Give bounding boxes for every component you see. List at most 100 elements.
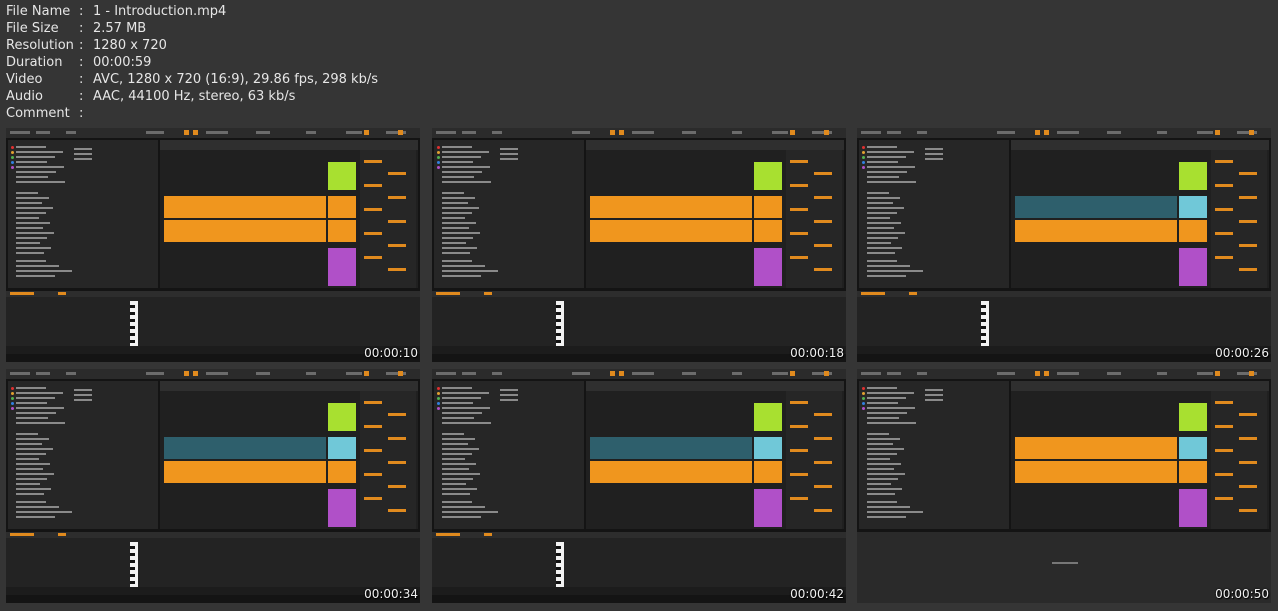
mixer-control	[364, 473, 382, 476]
mixer-control	[1215, 208, 1233, 211]
toolbar-glyph	[36, 372, 50, 375]
toolbar-glyph	[256, 131, 270, 134]
thumbnail-timestamp: 00:00:34	[364, 587, 418, 601]
thumbnail[interactable]: 00:00:10	[6, 128, 420, 362]
toolbar-glyph	[887, 372, 901, 375]
thumbnail[interactable]: 00:00:34	[6, 369, 420, 603]
browser-line	[867, 171, 907, 173]
browser-line	[867, 156, 906, 158]
thumbnail[interactable]: 00:00:18	[432, 128, 846, 362]
piano-black-key	[556, 546, 561, 549]
browser-line	[16, 146, 46, 148]
toolbar-glyph	[146, 372, 164, 375]
toolbar-glyph	[206, 131, 228, 134]
toolbar-glyph	[36, 131, 50, 134]
thumbnail[interactable]: 00:00:50	[857, 369, 1271, 603]
piano-black-key	[130, 319, 135, 322]
browser-line	[867, 212, 897, 214]
toolbar-glyph	[917, 131, 927, 134]
mixer-control	[814, 172, 832, 175]
browser-line	[74, 148, 92, 150]
toolbar-glyph	[1237, 372, 1257, 375]
browser-line	[16, 227, 43, 229]
browser-line	[74, 399, 92, 401]
toolbar-glyph	[146, 131, 164, 134]
browser-line	[867, 448, 904, 450]
toolbar-glyph	[436, 131, 456, 134]
browser-line	[16, 270, 72, 272]
toolbar-accent	[1044, 371, 1049, 376]
track-header	[754, 403, 782, 431]
browser-dot	[11, 151, 14, 154]
browser-panel	[434, 140, 584, 288]
mixer-control	[1239, 244, 1257, 247]
file-info-value: 2.57 MB	[93, 21, 147, 36]
browser-line	[16, 516, 55, 518]
browser-line	[867, 468, 894, 470]
browser-dot	[11, 166, 14, 169]
empty-editor	[857, 532, 1271, 603]
browser-line	[442, 453, 472, 455]
mixer-control	[790, 232, 808, 235]
browser-line	[16, 506, 59, 508]
editor-tab	[10, 292, 34, 295]
browser-line	[867, 417, 899, 419]
toolbar-glyph	[10, 131, 30, 134]
toolbar-accent	[1035, 130, 1040, 135]
browser-line	[442, 265, 485, 267]
piano-black-key	[556, 305, 561, 308]
audio-clip	[590, 437, 752, 459]
toolbar-glyph	[1107, 372, 1121, 375]
browser-line	[16, 242, 40, 244]
toolbar-accent	[398, 130, 403, 135]
track-header	[754, 489, 782, 527]
browser-line	[442, 260, 472, 262]
browser-line	[442, 222, 476, 224]
browser-line	[925, 399, 943, 401]
mixer-control	[1215, 401, 1233, 404]
browser-dot	[437, 387, 440, 390]
browser-line	[442, 417, 474, 419]
track-header	[1179, 162, 1207, 190]
track-header	[754, 162, 782, 190]
browser-line	[867, 453, 897, 455]
browser-line	[867, 463, 901, 465]
toolbar-glyph	[256, 372, 270, 375]
browser-line	[442, 443, 468, 445]
mixer-control	[1215, 473, 1233, 476]
browser-dot	[437, 166, 440, 169]
mixer-control	[388, 172, 406, 175]
browser-line	[867, 493, 895, 495]
browser-line	[16, 387, 46, 389]
toolbar-strip	[857, 369, 1271, 379]
toolbar-strip	[857, 128, 1271, 138]
browser-line	[500, 394, 518, 396]
mixer-control	[814, 413, 832, 416]
browser-line	[867, 202, 893, 204]
browser-line	[16, 458, 39, 460]
browser-dot	[862, 166, 865, 169]
editor-tab	[58, 292, 66, 295]
arrangement-view	[1011, 381, 1269, 529]
browser-dot	[11, 387, 14, 390]
status-bar	[857, 346, 1271, 354]
browser-panel	[859, 381, 1009, 529]
piano-black-key	[130, 553, 135, 556]
track-header	[1179, 437, 1207, 459]
piano-black-key	[981, 326, 986, 329]
piano-black-key	[130, 560, 135, 563]
mixer-control	[364, 425, 382, 428]
browser-line	[16, 181, 65, 183]
toolbar-accent	[790, 371, 795, 376]
track-header	[1179, 461, 1207, 483]
thumbnail[interactable]: 00:00:26	[857, 128, 1271, 362]
mixer-control	[1239, 220, 1257, 223]
file-info-row: Comment:	[6, 105, 378, 122]
file-info-separator: :	[79, 89, 84, 104]
mixer-control	[1239, 172, 1257, 175]
thumbnail[interactable]: 00:00:42	[432, 369, 846, 603]
track-header	[1179, 248, 1207, 286]
mixer-panel	[360, 391, 416, 529]
browser-line	[867, 242, 891, 244]
browser-line	[867, 458, 890, 460]
